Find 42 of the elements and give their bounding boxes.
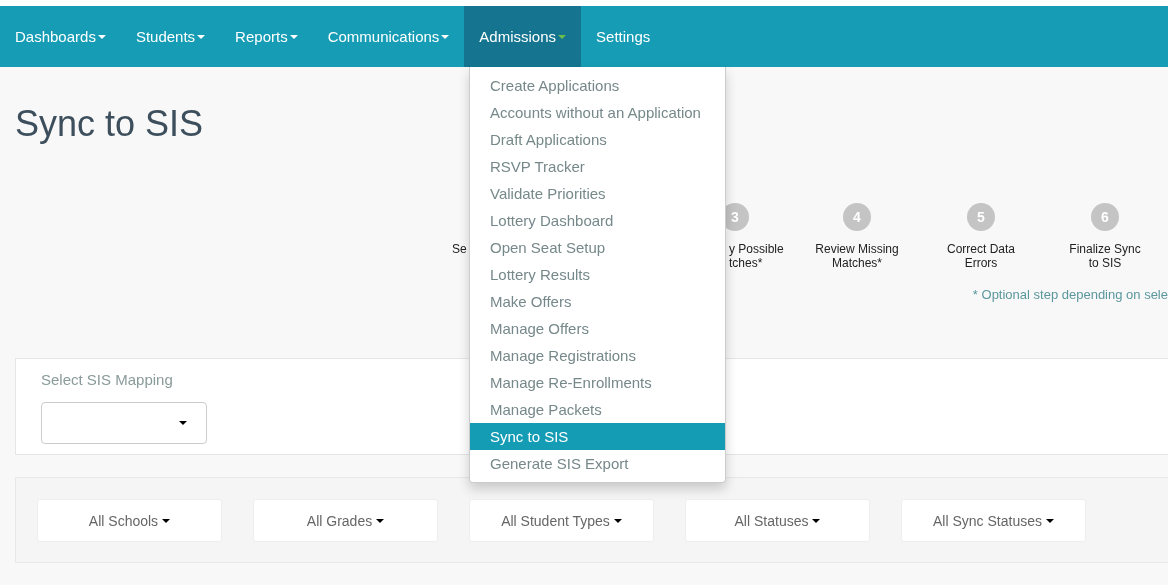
menu-item[interactable]: Manage Offers	[470, 315, 725, 342]
field-label: Select SIS Mapping	[41, 371, 173, 389]
caret-icon	[179, 421, 187, 425]
menu-item[interactable]: Open Seat Setup	[470, 234, 725, 261]
nav-tab[interactable]: Admissions	[464, 6, 582, 67]
step-label: Se	[452, 242, 467, 256]
step-label: y Possible tches*	[728, 242, 784, 270]
menu-item[interactable]: Manage Packets	[470, 396, 725, 423]
nav-tab[interactable]: Dashboards	[0, 6, 121, 67]
caret-icon	[1045, 518, 1054, 523]
caret-icon	[812, 518, 821, 523]
step-number: 5	[967, 203, 995, 231]
menu-item[interactable]: Manage Registrations	[470, 342, 725, 369]
menu-item[interactable]: RSVP Tracker	[470, 153, 725, 180]
step-number: 4	[843, 203, 871, 231]
nav-tab[interactable]: Communications	[312, 6, 465, 67]
nav-tab[interactable]: Reports	[220, 6, 313, 67]
menu-item[interactable]: Draft Applications	[470, 126, 725, 153]
menu-item[interactable]: Generate SIS Export	[470, 450, 725, 477]
filter-dropdown[interactable]: All Statuses	[685, 499, 870, 542]
menu-item[interactable]: Manage Re-Enrollments	[470, 369, 725, 396]
step-label: Finalize Sync to SIS	[1069, 242, 1141, 270]
nav-tab[interactable]: Students	[120, 6, 221, 67]
caret-icon	[613, 518, 622, 523]
page-title: Sync to SIS	[15, 106, 204, 142]
menu-item[interactable]: Accounts without an Application	[470, 99, 725, 126]
caret-icon	[376, 518, 385, 523]
caret-icon	[162, 518, 171, 523]
filter-dropdown[interactable]: All Student Types	[469, 499, 654, 542]
step-label: Review Missing Matches*	[815, 242, 899, 270]
step-number: 6	[1091, 203, 1119, 231]
mapping-select[interactable]	[41, 402, 207, 444]
menu-item[interactable]: Lottery Results	[470, 261, 725, 288]
filter-dropdown[interactable]: All Schools	[37, 499, 222, 542]
menu-item[interactable]: Sync to SIS	[470, 423, 725, 450]
menu-item[interactable]: Make Offers	[470, 288, 725, 315]
filter-dropdown[interactable]: All Sync Statuses	[901, 499, 1086, 542]
filter-dropdown[interactable]: All Grades	[253, 499, 438, 542]
menu-item[interactable]: Create Applications	[470, 72, 725, 99]
step-label: Correct Data Errors	[947, 242, 1015, 270]
optional-step-note: * Optional step depending on sele	[972, 288, 1168, 302]
nav-tab[interactable]: Settings	[581, 6, 666, 67]
